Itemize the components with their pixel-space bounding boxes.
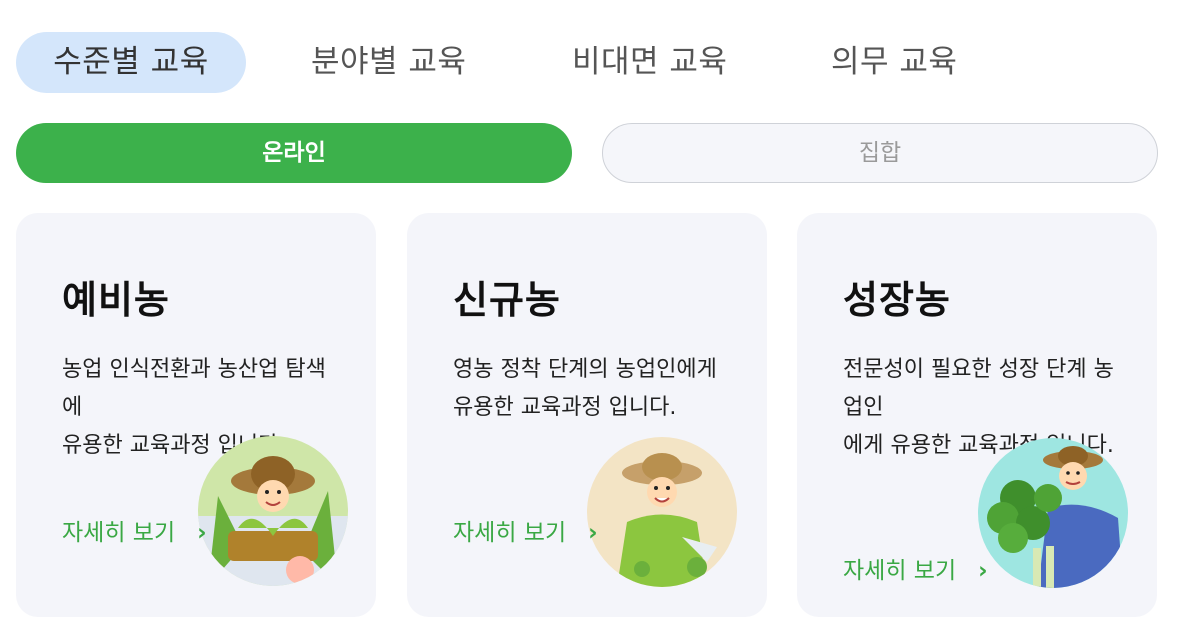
farmer-illustration-icon [978,438,1128,588]
view-details-label: 자세히 보기 [62,520,176,546]
course-card-growth-farmer: 성장농 전문성이 필요한 성장 단계 농업인 에게 유용한 교육과정 입니다. … [797,213,1157,617]
view-details-label: 자세히 보기 [453,520,567,546]
chevron-right-icon: › [588,520,598,546]
view-details-link[interactable]: 자세히 보기 › [453,513,598,547]
chevron-right-icon: › [978,558,988,584]
farmer-illustration-icon [198,436,348,586]
card-title: 신규농 [453,278,561,322]
view-details-link[interactable]: 자세히 보기 › [843,551,988,585]
course-card-pre-farmer: 예비농 농업 인식전환과 농산업 탐색에 유용한 교육과정 입니다. 자세히 보… [16,213,376,617]
card-description: 영농 정착 단계의 농업인에게 유용한 교육과정 입니다. [453,357,717,420]
tab-remote[interactable]: 비대면 교육 [572,32,727,93]
course-card-new-farmer: 신규농 영농 정착 단계의 농업인에게 유용한 교육과정 입니다. 자세히 보기… [407,213,767,617]
view-details-link[interactable]: 자세히 보기 › [62,513,207,547]
card-title: 성장농 [843,278,951,322]
tab-mandatory[interactable]: 의무 교육 [831,32,957,93]
online-toggle-button[interactable]: 온라인 [16,123,572,183]
chevron-right-icon: › [197,520,207,546]
group-toggle-button[interactable]: 집합 [602,123,1158,183]
farmer-illustration-icon [587,437,737,587]
tab-level[interactable]: 수준별 교육 [16,32,246,93]
tab-field[interactable]: 분야별 교육 [311,32,466,93]
card-title: 예비농 [62,278,170,322]
view-details-label: 자세히 보기 [843,558,957,584]
level-tabs: 수준별 교육 분야별 교육 비대면 교육 의무 교육 [16,32,1166,93]
